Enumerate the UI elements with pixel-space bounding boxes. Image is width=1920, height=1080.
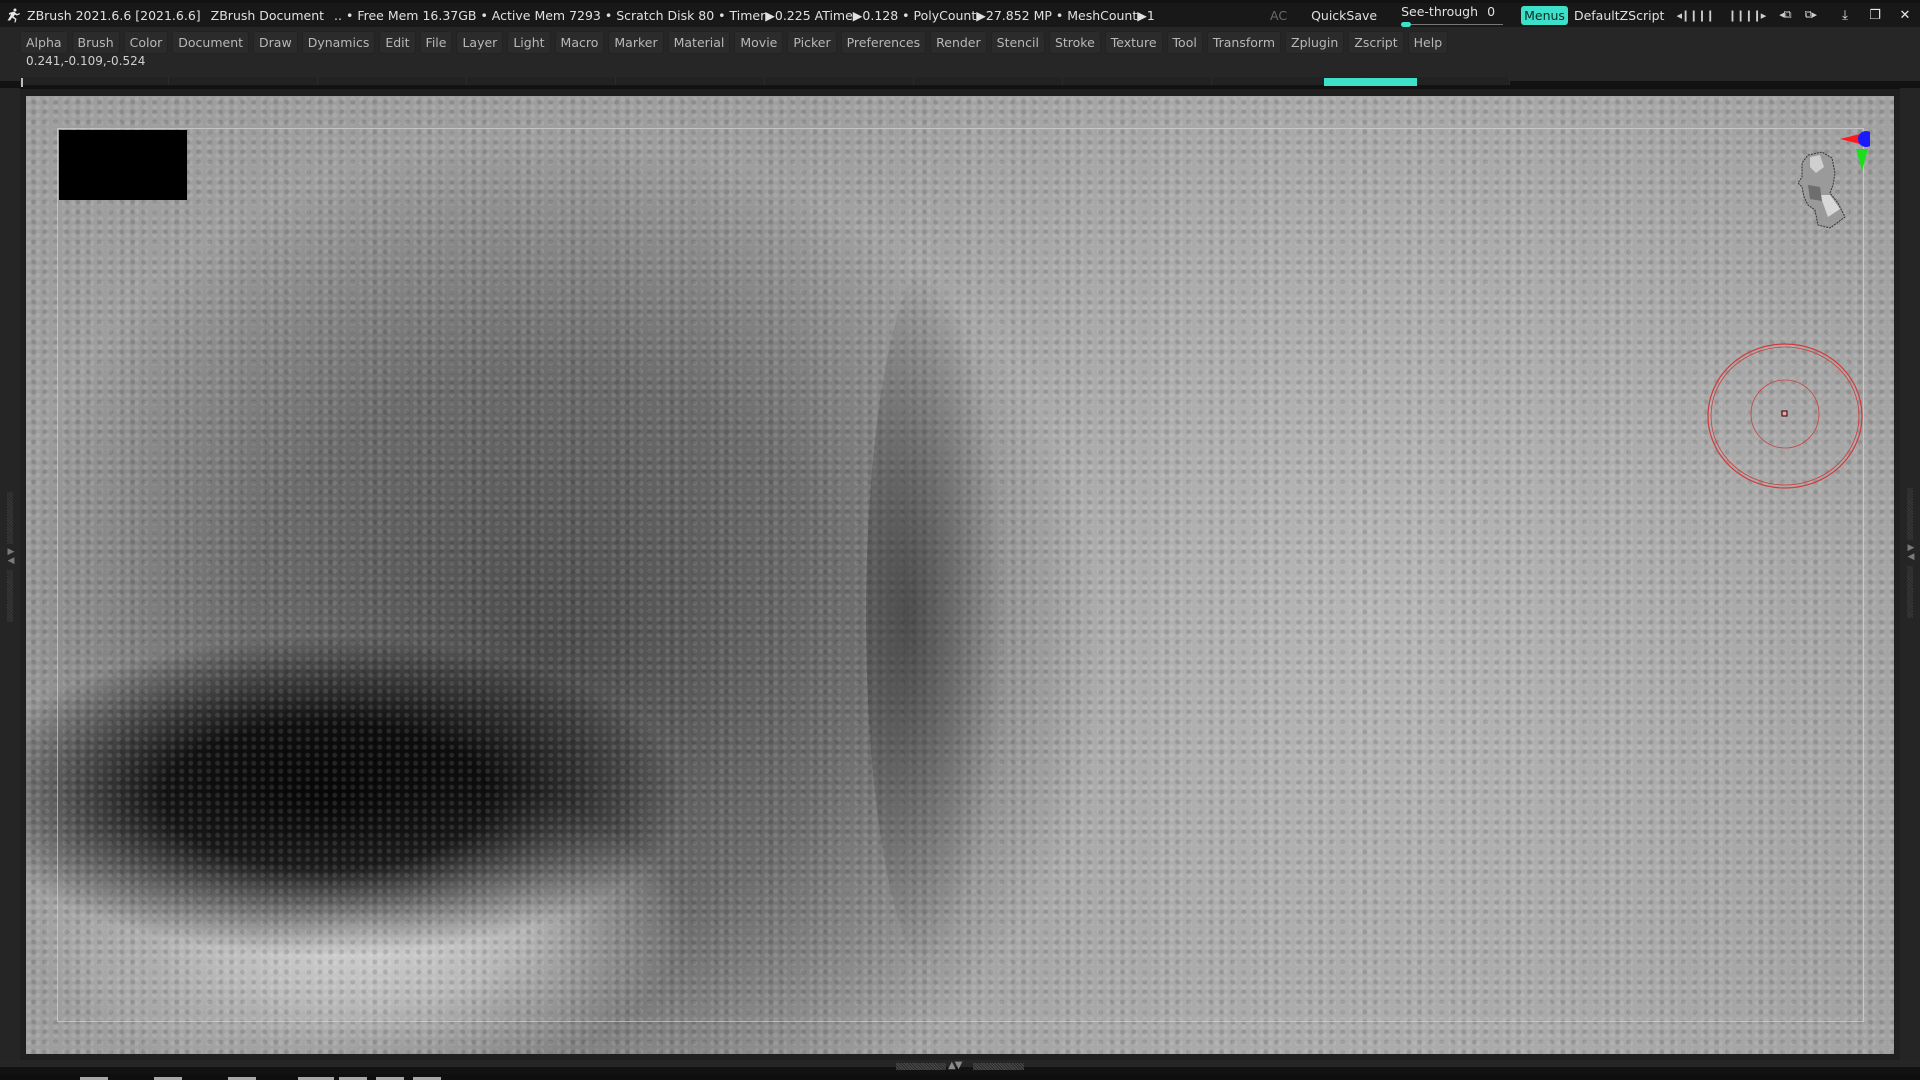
- menu-draw[interactable]: Draw: [253, 31, 298, 54]
- restore-icon[interactable]: ❐: [1860, 8, 1890, 23]
- bottom-tray-handle-left[interactable]: [896, 1063, 946, 1070]
- menu-alpha[interactable]: Alpha: [20, 31, 68, 54]
- sculpt-viewport[interactable]: [26, 96, 1894, 1054]
- close-icon[interactable]: ✕: [1890, 8, 1920, 23]
- left-tray-handle-bottom[interactable]: [7, 570, 13, 622]
- menu-zplugin[interactable]: Zplugin: [1285, 31, 1345, 54]
- menu-document[interactable]: Document: [172, 31, 250, 54]
- interface-expand-icon[interactable]: ❙❙❙❙▸: [1728, 9, 1766, 22]
- left-tray: ▶ ◀: [0, 88, 20, 1060]
- see-through-label: See-through: [1401, 4, 1479, 19]
- thumbnail-preview[interactable]: [59, 130, 187, 200]
- quicksave-button[interactable]: QuickSave: [1311, 8, 1377, 23]
- menu-file[interactable]: File: [419, 31, 453, 54]
- right-tray-toggle-icon[interactable]: ▶ ◀: [1906, 544, 1916, 562]
- layout-next-icon[interactable]: ⧉▸: [1805, 8, 1817, 22]
- default-zscript-button[interactable]: DefaultZScript: [1574, 8, 1665, 23]
- left-tray-handle-top[interactable]: [7, 492, 13, 544]
- minimize-icon[interactable]: ⤓: [1830, 8, 1860, 23]
- nostril-rim-shadow: [866, 256, 1006, 976]
- bottom-tray-toggle-icon[interactable]: ▲▼: [948, 1060, 962, 1071]
- left-tray-toggle-icon[interactable]: ▶ ◀: [6, 548, 16, 566]
- title-bar: ZBrush 2021.6.6 [2021.6.6] ZBrush Docume…: [0, 3, 1920, 27]
- menu-zscript[interactable]: Zscript: [1348, 31, 1404, 54]
- menu-marker[interactable]: Marker: [608, 31, 664, 54]
- menu-color[interactable]: Color: [123, 31, 169, 54]
- menu-picker[interactable]: Picker: [787, 31, 837, 54]
- menu-texture[interactable]: Texture: [1104, 31, 1163, 54]
- menu-material[interactable]: Material: [667, 31, 731, 54]
- see-through-slider[interactable]: See-through 0: [1401, 4, 1504, 27]
- brush-cursor: [1706, 342, 1864, 490]
- system-stats: .. • Free Mem 16.37GB • Active Mem 7293 …: [334, 7, 1155, 23]
- menu-brush[interactable]: Brush: [71, 31, 120, 54]
- menu-stroke[interactable]: Stroke: [1048, 31, 1101, 54]
- menu-macro[interactable]: Macro: [554, 31, 605, 54]
- menu-transform[interactable]: Transform: [1206, 31, 1282, 54]
- menu-dynamics[interactable]: Dynamics: [301, 31, 376, 54]
- app-title: ZBrush 2021.6.6 [2021.6.6]: [27, 7, 201, 23]
- document-name: ZBrush Document: [210, 7, 325, 23]
- progress-strip: [20, 77, 1510, 85]
- navigation-gizmo[interactable]: [1760, 125, 1874, 260]
- layout-prev-icon[interactable]: ◂⧉: [1779, 8, 1791, 22]
- menu-light[interactable]: Light: [507, 31, 551, 54]
- menu-edit[interactable]: Edit: [379, 31, 416, 54]
- right-tray-handle-top[interactable]: [1907, 488, 1913, 540]
- menu-movie[interactable]: Movie: [734, 31, 784, 54]
- menu-preferences[interactable]: Preferences: [840, 31, 927, 54]
- head-navigator-icon: [1797, 151, 1846, 229]
- right-tray: ▶ ◀: [1900, 88, 1920, 1060]
- z-axis-icon: [1858, 131, 1874, 147]
- ac-label[interactable]: AC: [1270, 8, 1287, 23]
- menu-bar: Alpha Brush Color Document Draw Dynamics Edit F…: [0, 27, 1920, 81]
- progress-fill: [1324, 78, 1417, 86]
- y-axis-icon: [1856, 149, 1868, 171]
- menu-render[interactable]: Render: [930, 31, 987, 54]
- bottom-tray-handle-right[interactable]: [973, 1063, 1024, 1070]
- zbrush-logo-icon: [5, 6, 23, 24]
- menu-help[interactable]: Help: [1407, 31, 1449, 54]
- menus-toggle-button[interactable]: Menus: [1521, 5, 1568, 25]
- menu-tool[interactable]: Tool: [1166, 31, 1203, 54]
- right-tray-handle-bottom[interactable]: [1907, 566, 1913, 618]
- see-through-value: 0: [1487, 4, 1496, 19]
- interface-shrink-icon[interactable]: ◂❙❙❙❙: [1676, 9, 1714, 22]
- taskbar: [0, 1074, 1920, 1080]
- see-through-track[interactable]: [1401, 24, 1504, 25]
- menu-list: Alpha Brush Color Document Draw Dynamics Edit F…: [20, 31, 1452, 54]
- progress-marker: [21, 78, 23, 87]
- coordinates-readout: 0.241,-0.109,-0.524: [26, 54, 146, 68]
- menu-stencil[interactable]: Stencil: [990, 31, 1045, 54]
- menu-layer[interactable]: Layer: [456, 31, 504, 54]
